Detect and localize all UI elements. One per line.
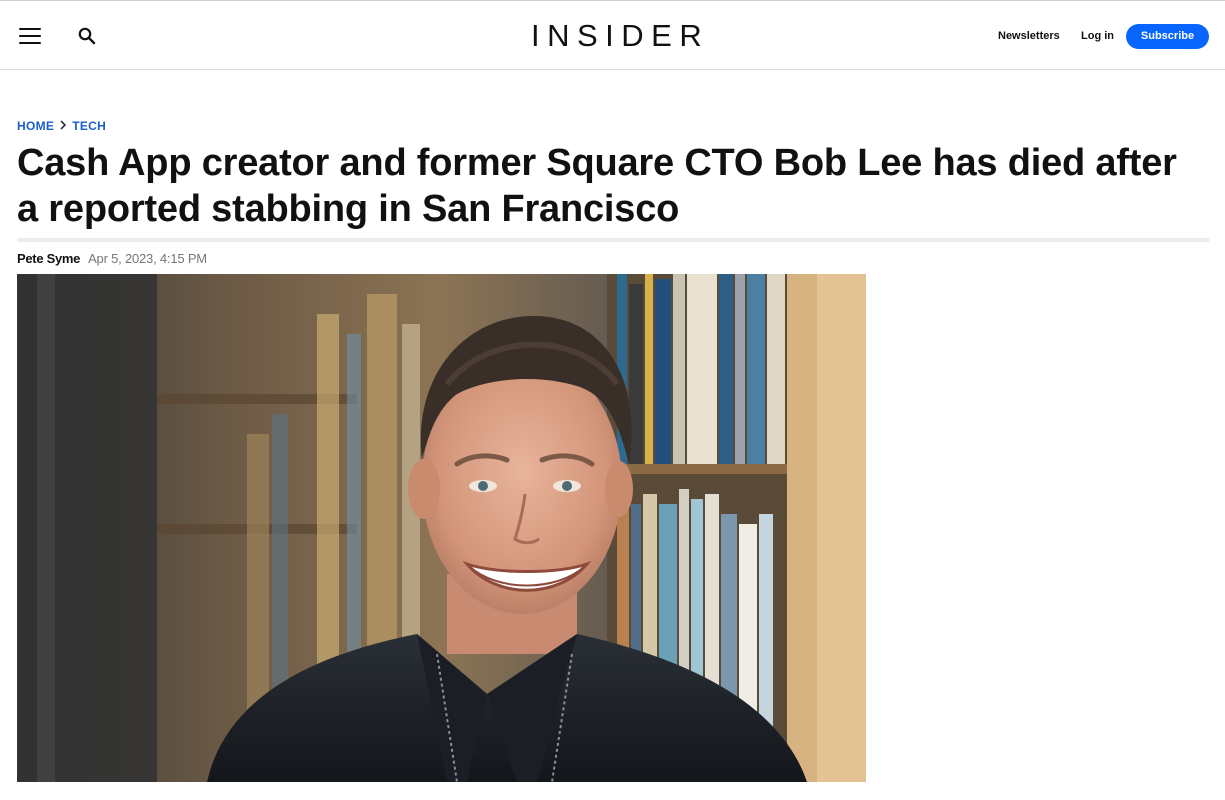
chevron-right-icon [54,119,72,133]
subscribe-button[interactable]: Subscribe [1126,24,1209,49]
author-name[interactable]: Pete Syme [17,251,80,266]
page: INSIDER Newsletters Log in Subscribe HOM… [0,0,1225,800]
newsletters-link[interactable]: Newsletters [998,28,1060,44]
breadcrumb-tech-link[interactable]: TECH [72,119,106,133]
hero-image [17,274,866,782]
byline: Pete Syme Apr 5, 2023, 4:15 PM [17,249,207,267]
login-link[interactable]: Log in [1081,28,1114,44]
insider-logo[interactable]: INSIDER [531,19,702,53]
search-icon[interactable] [78,27,96,45]
breadcrumb: HOME TECH [17,118,106,134]
hamburger-menu-icon[interactable] [19,28,41,44]
headline-divider [17,238,1209,242]
publish-date: Apr 5, 2023, 4:15 PM [88,250,207,266]
breadcrumb-home-link[interactable]: HOME [17,119,54,133]
article-headline: Cash App creator and former Square CTO B… [17,142,1177,230]
top-navigation-bar: INSIDER Newsletters Log in Subscribe [0,0,1225,70]
